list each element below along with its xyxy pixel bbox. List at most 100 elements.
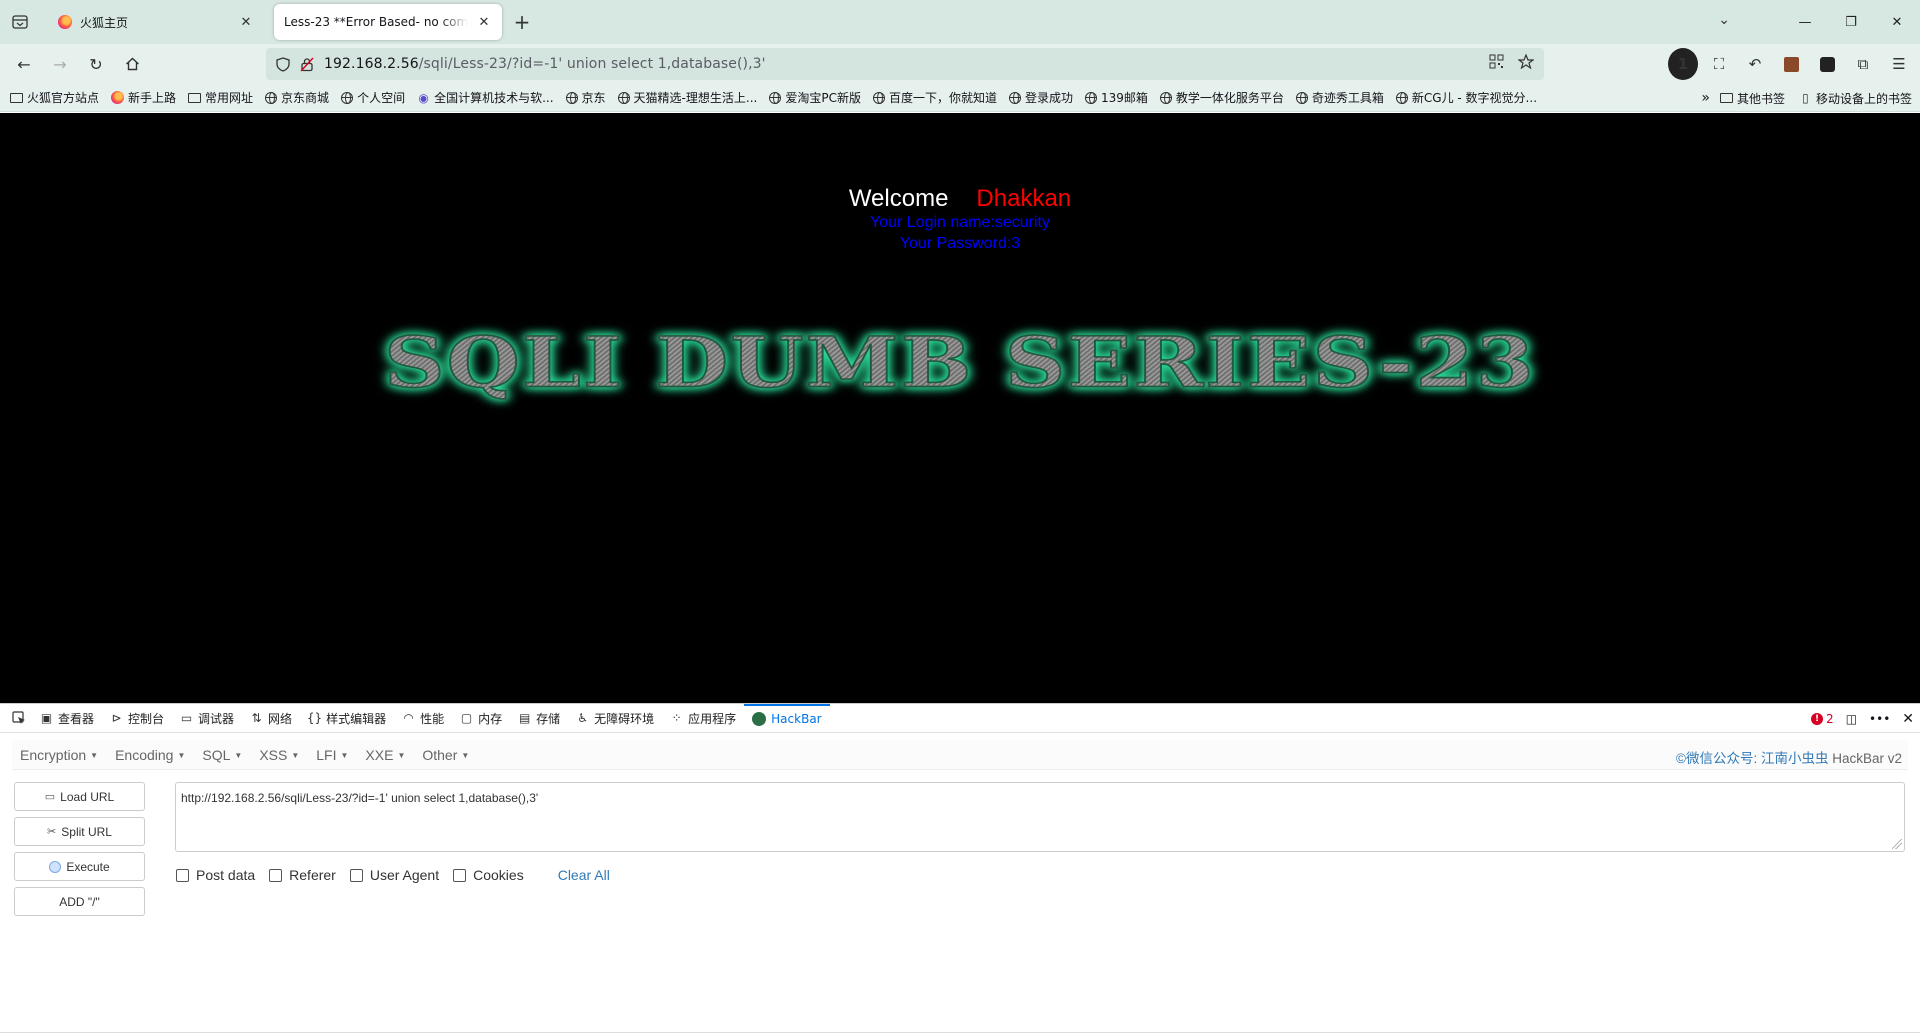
dock-side-icon[interactable]: ◫ xyxy=(1846,712,1857,726)
more-options-icon[interactable]: ••• xyxy=(1869,712,1890,726)
bookmark-item[interactable]: 百度一下，你就知道 xyxy=(872,89,997,106)
menu-other[interactable]: Other ▼ xyxy=(422,747,469,763)
tab-list-button[interactable] xyxy=(0,0,40,44)
load-url-button[interactable]: ▭ Load URL xyxy=(14,782,145,811)
tab-less-23[interactable]: Less-23 **Error Based- no comm ✕ xyxy=(274,4,502,40)
error-count-badge[interactable]: ! 2 xyxy=(1811,712,1834,726)
tab-network[interactable]: ⇅ 网络 xyxy=(242,704,300,733)
globe-icon xyxy=(1295,91,1308,104)
tab-list-icon xyxy=(12,15,28,29)
braces-icon: {} xyxy=(306,711,323,725)
tab-application[interactable]: ⁘ 应用程序 xyxy=(662,704,744,733)
storage-icon: ▤ xyxy=(518,711,531,725)
tab-performance[interactable]: ◠ 性能 xyxy=(394,704,452,733)
tab-strip: 火狐主页 ✕ Less-23 **Error Based- no comm ✕ … xyxy=(0,0,1920,44)
bookmark-item[interactable]: 爱淘宝PC新版 xyxy=(769,89,861,106)
devtools-tabbar: ▣ 查看器 ⊳ 控制台 ▭ 调试器 ⇅ 网络 {} 样式编辑器 ◠ 性能 ▢ 内存 ▤ 存储 ♿… xyxy=(0,703,1920,733)
shield-icon[interactable] xyxy=(276,56,290,72)
insecure-lock-icon[interactable] xyxy=(300,57,314,72)
add-slash-button[interactable]: ADD "/" xyxy=(14,887,145,916)
tab-console[interactable]: ⊳ 控制台 xyxy=(102,704,172,733)
bookmark-item[interactable]: 火狐官方站点 xyxy=(10,89,99,106)
close-window-icon[interactable]: ✕ xyxy=(1874,0,1920,44)
reload-icon[interactable]: ↻ xyxy=(80,48,112,80)
dark-extension-icon[interactable] xyxy=(1812,48,1842,80)
execute-button[interactable]: Execute xyxy=(14,852,145,881)
hackbar-url-textarea[interactable]: http://192.168.2.56/sqli/Less-23/?id=-1'… xyxy=(175,782,1905,852)
bookmark-item[interactable]: 新手上路 xyxy=(111,89,176,106)
bookmark-item[interactable]: 京东商城 xyxy=(265,89,329,106)
bookmarks-overflow-icon[interactable]: » xyxy=(1701,90,1710,106)
clear-all-link[interactable]: Clear All xyxy=(558,867,610,883)
avatar-extension-icon[interactable] xyxy=(1776,48,1806,80)
url-bar[interactable]: 192.168.2.56/sqli/Less-23/?id=-1' union … xyxy=(266,48,1544,80)
forward-icon[interactable]: → xyxy=(44,48,76,80)
bookmark-item[interactable]: 新CG儿 - 数字视觉分... xyxy=(1395,89,1537,106)
menu-xxe[interactable]: XXE ▼ xyxy=(365,747,405,763)
tab-inspector[interactable]: ▣ 查看器 xyxy=(32,704,102,733)
cookies-checkbox[interactable]: Cookies xyxy=(453,867,524,883)
bookmark-item[interactable]: 个人空间 xyxy=(341,89,405,106)
load-icon: ▭ xyxy=(44,791,56,803)
bookmark-item[interactable]: 天猫精选-理想生活上... xyxy=(617,89,757,106)
mobile-bookmarks[interactable]: ▯ 移动设备上的书签 xyxy=(1799,90,1912,107)
url-text[interactable]: 192.168.2.56/sqli/Less-23/?id=-1' union … xyxy=(324,56,766,72)
minimize-icon[interactable]: — xyxy=(1782,0,1828,44)
tab-storage[interactable]: ▤ 存储 xyxy=(510,704,568,733)
login-name-text: Your Login name:security xyxy=(870,214,1050,231)
bookmark-item[interactable]: 登录成功 xyxy=(1008,89,1073,106)
restore-icon[interactable]: ❐ xyxy=(1828,0,1874,44)
close-tab-icon[interactable]: ✕ xyxy=(238,14,254,30)
welcome-text: Welcome xyxy=(848,185,949,212)
bookmark-item[interactable]: 奇迹秀工具箱 xyxy=(1295,89,1384,106)
tab-firefox-home[interactable]: 火狐主页 ✕ xyxy=(48,4,264,40)
bookmark-item[interactable]: 常用网址 xyxy=(188,89,253,106)
hackbar-credit: ©微信公众号: 江南小虫虫 HackBar v2 xyxy=(1676,751,1902,766)
checkbox-icon[interactable] xyxy=(349,868,363,882)
menu-sql[interactable]: SQL ▼ xyxy=(202,747,242,763)
tab-hackbar[interactable]: HackBar xyxy=(744,703,830,733)
bookmark-item[interactable]: 139邮箱 xyxy=(1084,89,1148,106)
caret-down-icon: ▼ xyxy=(340,751,349,761)
bookmark-item[interactable]: 京东 xyxy=(565,89,606,106)
menu-encryption[interactable]: Encryption ▼ xyxy=(20,747,98,763)
extensions-puzzle-icon[interactable]: ⧉ xyxy=(1848,48,1878,80)
bookmark-star-icon[interactable] xyxy=(1518,54,1534,69)
back-icon[interactable]: ← xyxy=(8,48,40,80)
resize-handle-icon[interactable] xyxy=(1892,839,1902,849)
globe-icon xyxy=(565,91,578,104)
close-devtools-icon[interactable]: ✕ xyxy=(1902,711,1914,727)
close-tab-icon[interactable]: ✕ xyxy=(476,14,492,30)
menu-encoding[interactable]: Encoding ▼ xyxy=(115,747,185,763)
bookmark-item[interactable]: 教学一体化服务平台 xyxy=(1159,89,1284,106)
crop-icon[interactable]: ⛶ xyxy=(1704,48,1734,80)
qr-code-icon[interactable] xyxy=(1489,54,1504,69)
menu-icon[interactable]: ☰ xyxy=(1884,48,1914,80)
tab-title: 火狐主页 xyxy=(80,15,129,30)
other-bookmarks[interactable]: 其他书签 xyxy=(1719,90,1785,107)
referer-checkbox[interactable]: Referer xyxy=(269,867,336,883)
user-agent-checkbox[interactable]: User Agent xyxy=(349,867,439,883)
checkbox-icon[interactable] xyxy=(176,868,189,882)
menu-xss[interactable]: XSS ▼ xyxy=(259,747,299,763)
split-url-button[interactable]: ✂ Split URL xyxy=(14,817,145,846)
new-tab-button[interactable]: + xyxy=(506,6,538,38)
globe-icon xyxy=(1159,91,1172,104)
chevron-down-icon[interactable]: ⌄ xyxy=(1718,12,1730,28)
tab-memory[interactable]: ▢ 内存 xyxy=(452,704,510,733)
caret-down-icon: ▼ xyxy=(90,751,99,761)
checkbox-icon[interactable] xyxy=(453,868,467,882)
undo-icon[interactable]: ↶ xyxy=(1740,48,1770,80)
checkbox-icon[interactable] xyxy=(269,868,283,882)
tab-style-editor[interactable]: {} 样式编辑器 xyxy=(300,704,394,733)
bookmark-item[interactable]: ◉ 全国计算机技术与软... xyxy=(417,89,553,106)
extension-counter-icon[interactable]: 1 xyxy=(1668,48,1698,80)
home-icon[interactable] xyxy=(116,48,148,80)
tab-accessibility[interactable]: ♿ 无障碍环境 xyxy=(568,704,662,733)
network-icon: ⇅ xyxy=(251,711,262,725)
tab-debugger[interactable]: ▭ 调试器 xyxy=(172,704,242,733)
post-data-checkbox[interactable]: Post data xyxy=(176,867,255,883)
element-picker-icon[interactable] xyxy=(6,704,32,733)
debugger-icon: ▭ xyxy=(180,711,193,725)
menu-lfi[interactable]: LFI ▼ xyxy=(316,747,348,763)
